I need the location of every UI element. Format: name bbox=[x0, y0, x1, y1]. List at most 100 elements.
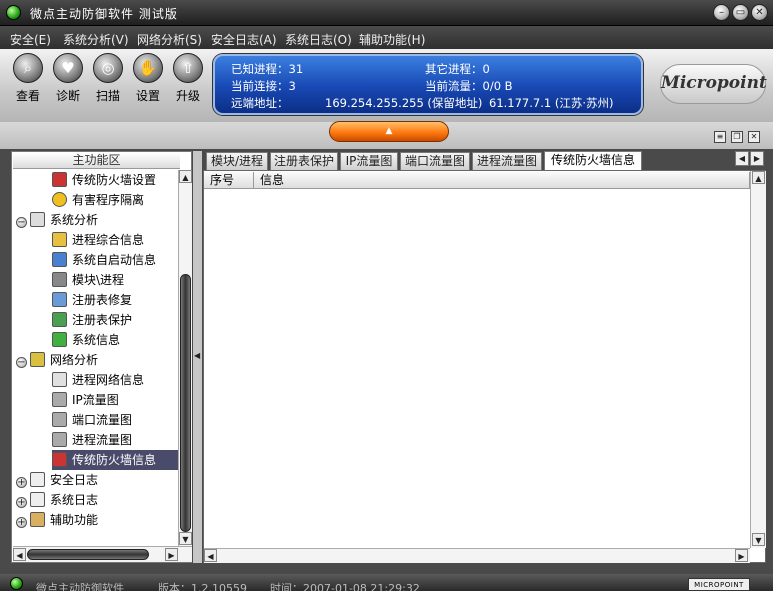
tree-item-registry-repair[interactable]: 注册表修复 bbox=[52, 290, 132, 310]
tree-item-network-analysis[interactable]: − 网络分析 bbox=[16, 350, 98, 370]
upgrade-button[interactable]: ⇧ 升级 bbox=[170, 53, 206, 104]
settings-button[interactable]: ✋ 设置 bbox=[130, 53, 166, 104]
micropoint-badge: MICROPOINT bbox=[688, 578, 750, 591]
column-header-info[interactable]: 信息 bbox=[254, 172, 750, 189]
biohazard-icon bbox=[52, 192, 67, 207]
tab-registry-protect[interactable]: 注册表保护 bbox=[270, 152, 338, 170]
remote-address-local: 169.254.255.255 (保留地址) bbox=[325, 96, 483, 110]
tree-item-port-traffic[interactable]: 端口流量图 bbox=[52, 410, 132, 430]
panel-close-icon[interactable]: ✕ bbox=[748, 131, 760, 143]
view-button[interactable]: ⌕ 查看 bbox=[10, 53, 46, 104]
tree-item-process-network[interactable]: 进程网络信息 bbox=[52, 370, 144, 390]
tree-item-system-log[interactable]: + 系统日志 bbox=[16, 490, 98, 510]
menu-system-analysis[interactable]: 系统分析(V) bbox=[63, 31, 129, 48]
port-traffic-icon bbox=[52, 412, 67, 427]
tab-process-traffic[interactable]: 进程流量图 bbox=[472, 152, 542, 170]
chevron-left-icon: ◀ bbox=[194, 351, 201, 360]
scroll-down-arrow-icon[interactable]: ▼ bbox=[179, 532, 192, 545]
process-network-icon bbox=[52, 372, 67, 387]
layout-restore-icon[interactable]: ❐ bbox=[731, 131, 743, 143]
module-icon bbox=[52, 272, 67, 287]
current-traffic: 当前流量：0/0 B bbox=[425, 79, 513, 93]
collapse-icon[interactable]: − bbox=[16, 217, 27, 228]
tree-item-ip-traffic[interactable]: IP流量图 bbox=[52, 390, 119, 410]
panel-splitter[interactable]: ◀ bbox=[193, 151, 202, 563]
scroll-down-arrow-icon[interactable]: ▼ bbox=[752, 533, 765, 546]
tree-item-startup-info[interactable]: 系统自启动信息 bbox=[52, 250, 156, 270]
process-icon bbox=[52, 232, 67, 247]
tree-item-firewall-settings[interactable]: 传统防火墙设置 bbox=[52, 170, 156, 190]
firewall-info-icon bbox=[52, 452, 67, 467]
scroll-up-arrow-icon[interactable]: ▲ bbox=[752, 171, 765, 184]
tab-ip-traffic[interactable]: IP流量图 bbox=[340, 152, 398, 170]
process-traffic-icon bbox=[52, 432, 67, 447]
table-horizontal-scrollbar[interactable]: ◀ ▶ bbox=[204, 548, 750, 563]
scroll-right-arrow-icon[interactable]: ▶ bbox=[735, 549, 748, 562]
firewall-icon bbox=[52, 172, 67, 187]
tab-next-icon[interactable]: ▶ bbox=[750, 151, 764, 166]
status-bar: 微点主动防御软件 版本：1.2.10559 时间：2007-01-08 21:2… bbox=[0, 574, 773, 591]
tree-item-harmful-isolation[interactable]: 有害程序隔离 bbox=[52, 190, 144, 210]
scroll-right-arrow-icon[interactable]: ▶ bbox=[165, 548, 178, 561]
scan-button[interactable]: ◎ 扫描 bbox=[90, 53, 126, 104]
tree-item-firewall-info[interactable]: 传统防火墙信息 bbox=[52, 450, 178, 470]
monitor-icon bbox=[30, 212, 45, 227]
scroll-left-arrow-icon[interactable]: ◀ bbox=[204, 549, 217, 562]
tree-item-process-traffic[interactable]: 进程流量图 bbox=[52, 430, 132, 450]
menu-security[interactable]: 安全(E) bbox=[10, 31, 51, 48]
menu-system-log[interactable]: 系统日志(O) bbox=[285, 31, 352, 48]
remote-address-label: 远端地址： bbox=[231, 96, 289, 110]
scroll-left-arrow-icon[interactable]: ◀ bbox=[13, 548, 26, 561]
network-icon bbox=[30, 352, 45, 367]
collapse-icon[interactable]: − bbox=[16, 357, 27, 368]
maximize-button[interactable]: ▭ bbox=[732, 4, 749, 21]
minimize-button[interactable]: – bbox=[713, 4, 730, 21]
system-info-icon bbox=[52, 332, 67, 347]
hand-icon: ✋ bbox=[133, 53, 163, 83]
table-vertical-scrollbar[interactable]: ▲ ▼ bbox=[750, 171, 766, 548]
title-bar[interactable]: 微点主动防御软件 测试版 – ▭ ✕ bbox=[0, 0, 773, 26]
heart-icon: ♥ bbox=[53, 53, 83, 83]
tree-item-tools[interactable]: + 辅助功能 bbox=[16, 510, 98, 530]
syslog-icon bbox=[30, 492, 45, 507]
sidebar-horizontal-scrollbar[interactable]: ◀ ▶ bbox=[13, 546, 192, 562]
sidebar-vertical-scrollbar[interactable]: ▲ ▼ bbox=[178, 170, 192, 546]
expand-icon[interactable]: + bbox=[16, 517, 27, 528]
tab-firewall-info[interactable]: 传统防火墙信息 bbox=[544, 151, 642, 171]
menu-tools[interactable]: 辅助功能(H) bbox=[359, 31, 425, 48]
tree-item-process-info[interactable]: 进程综合信息 bbox=[52, 230, 144, 250]
close-button[interactable]: ✕ bbox=[751, 4, 768, 21]
tab-module-process[interactable]: 模块/进程 bbox=[206, 152, 268, 170]
sidebar: 主功能区 传统防火墙设置 有害程序隔离 − 系统分析 进程综合信息 系统自启动信息… bbox=[11, 151, 192, 563]
tab-prev-icon[interactable]: ◀ bbox=[735, 151, 749, 166]
log-icon bbox=[30, 472, 45, 487]
expand-icon[interactable]: + bbox=[16, 497, 27, 508]
menu-network-analysis[interactable]: 网络分析(S) bbox=[137, 31, 202, 48]
upgrade-icon: ⇧ bbox=[173, 53, 203, 83]
window-title: 微点主动防御软件 测试版 bbox=[30, 7, 178, 21]
scroll-up-arrow-icon[interactable]: ▲ bbox=[179, 170, 192, 183]
tools-icon bbox=[30, 512, 45, 527]
scroll-thumb[interactable] bbox=[27, 549, 149, 560]
scroll-thumb[interactable] bbox=[180, 274, 191, 532]
expand-icon[interactable]: + bbox=[16, 477, 27, 488]
scan-icon: ◎ bbox=[93, 53, 123, 83]
function-tree: 传统防火墙设置 有害程序隔离 − 系统分析 进程综合信息 系统自启动信息 模块\进… bbox=[12, 170, 178, 547]
other-processes: 其它进程：0 bbox=[425, 62, 490, 76]
sidebar-title: 主功能区 bbox=[13, 153, 180, 169]
tree-item-registry-protect[interactable]: 注册表保护 bbox=[52, 310, 132, 330]
diagnose-button[interactable]: ♥ 诊断 bbox=[50, 53, 86, 104]
tree-item-system-info[interactable]: 系统信息 bbox=[52, 330, 120, 350]
tree-item-security-log[interactable]: + 安全日志 bbox=[16, 470, 98, 490]
tree-item-module-process[interactable]: 模块\进程 bbox=[52, 270, 124, 290]
magnifier-icon: ⌕ bbox=[13, 53, 43, 83]
tab-port-traffic[interactable]: 端口流量图 bbox=[400, 152, 470, 170]
collapse-toggle-button[interactable]: ▲ bbox=[329, 121, 449, 142]
menu-security-log[interactable]: 安全日志(A) bbox=[211, 31, 277, 48]
status-version: 版本：1.2.10559 bbox=[158, 582, 247, 591]
status-light-icon bbox=[10, 577, 23, 590]
startup-icon bbox=[52, 252, 67, 267]
column-header-index[interactable]: 序号 bbox=[204, 172, 254, 189]
layout-list-icon[interactable]: ≡ bbox=[714, 131, 726, 143]
tree-item-system-analysis[interactable]: − 系统分析 bbox=[16, 210, 98, 230]
